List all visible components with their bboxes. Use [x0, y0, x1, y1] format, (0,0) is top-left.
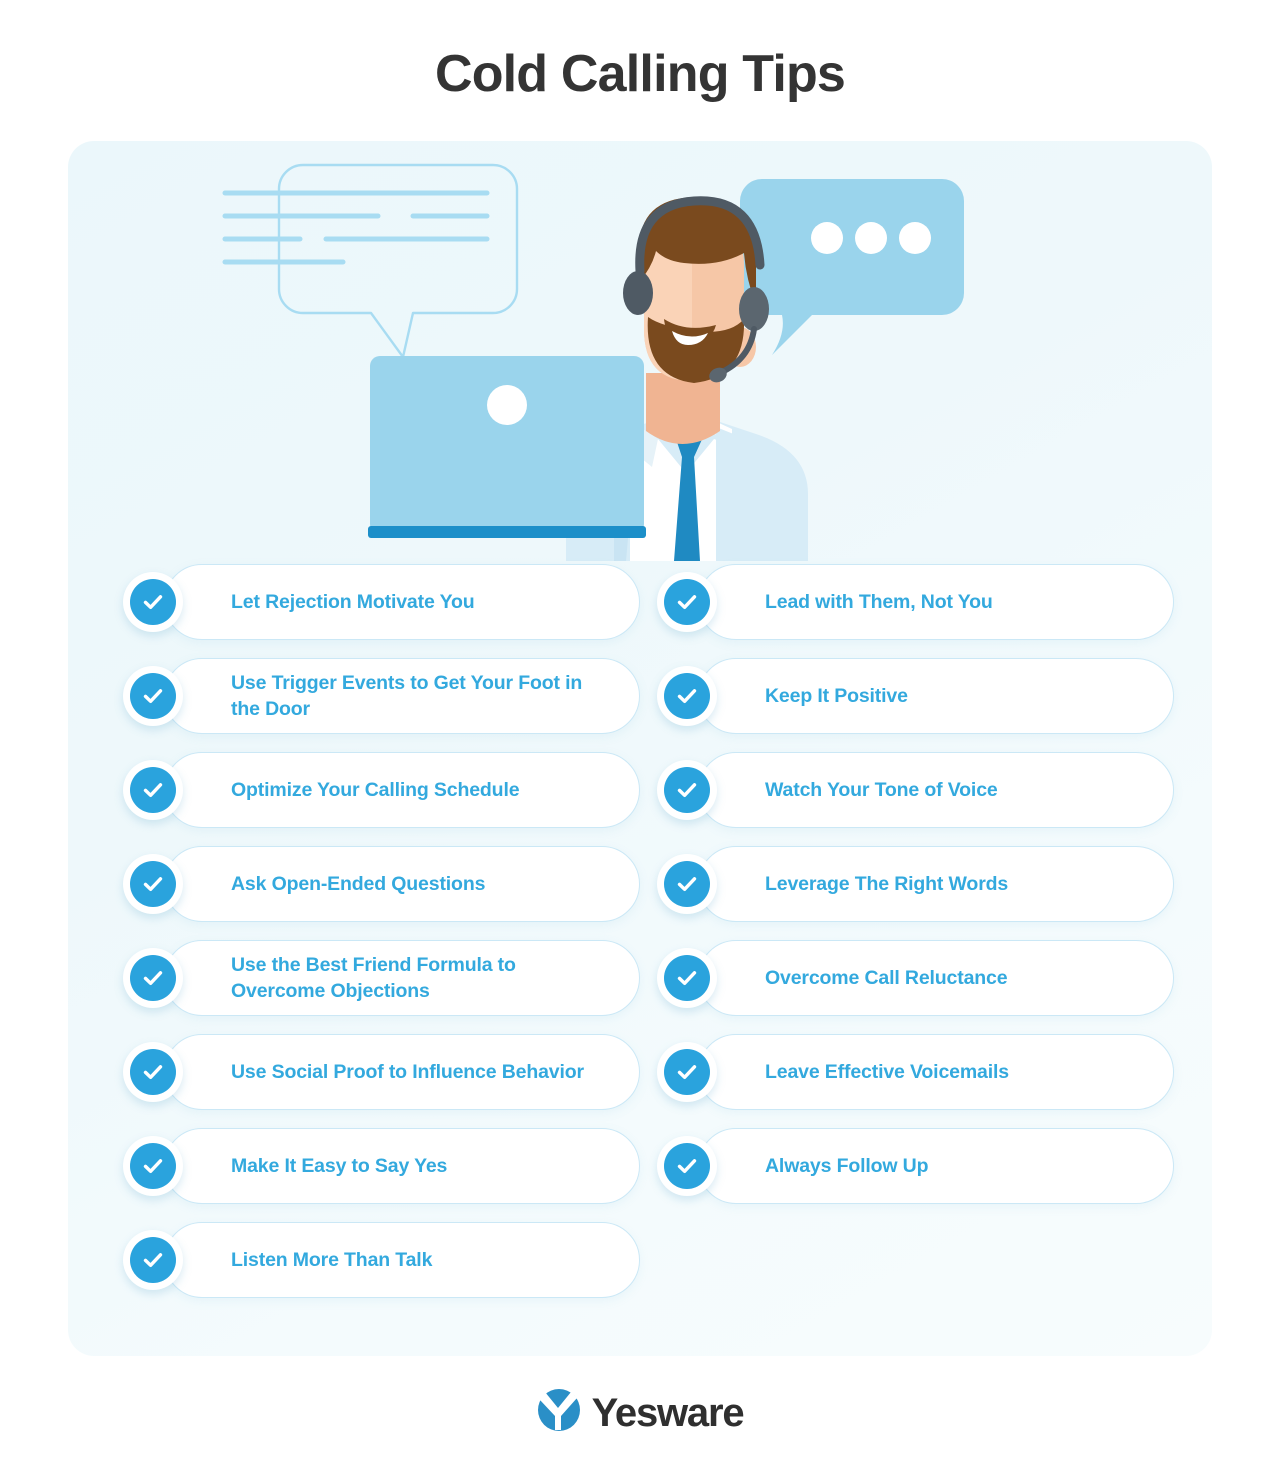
tip-item[interactable]: Let Rejection Motivate You: [123, 564, 640, 640]
tip-item[interactable]: Use Trigger Events to Get Your Foot in t…: [123, 658, 640, 734]
check-circle-icon: [657, 760, 717, 820]
tip-label: Optimize Your Calling Schedule: [231, 778, 520, 801]
tip-label: Ask Open-Ended Questions: [231, 872, 486, 895]
tip-item[interactable]: Keep It Positive: [657, 658, 1174, 734]
tip-pill[interactable]: Lead with Them, Not You: [698, 564, 1174, 640]
check-circle-icon: [123, 666, 183, 726]
check-circle-icon: [657, 572, 717, 632]
tip-label: Overcome Call Reluctance: [765, 966, 1008, 989]
tip-item[interactable]: Make It Easy to Say Yes: [123, 1128, 640, 1204]
tip-item[interactable]: Listen More Than Talk: [123, 1222, 640, 1298]
tip-label: Use Trigger Events to Get Your Foot in t…: [231, 671, 583, 720]
tip-item[interactable]: Use Social Proof to Influence Behavior: [123, 1034, 640, 1110]
tip-pill[interactable]: Keep It Positive: [698, 658, 1174, 734]
tip-label: Watch Your Tone of Voice: [765, 778, 998, 801]
tip-item[interactable]: Ask Open-Ended Questions: [123, 846, 640, 922]
footer-logo[interactable]: Yesware: [0, 1388, 1280, 1437]
tip-label: Use Social Proof to Influence Behavior: [231, 1060, 584, 1083]
tip-label: Keep It Positive: [765, 684, 908, 707]
tip-pill[interactable]: Optimize Your Calling Schedule: [164, 752, 640, 828]
tip-pill[interactable]: Leave Effective Voicemails: [698, 1034, 1174, 1110]
page-title: Cold Calling Tips: [434, 45, 846, 103]
check-circle-icon: [123, 854, 183, 914]
tip-label: Lead with Them, Not You: [765, 590, 993, 613]
tip-item[interactable]: Leave Effective Voicemails: [657, 1034, 1174, 1110]
check-circle-icon: [123, 760, 183, 820]
tip-label: Always Follow Up: [765, 1154, 929, 1177]
tip-item[interactable]: Overcome Call Reluctance: [657, 940, 1174, 1016]
tip-label: Listen More Than Talk: [231, 1248, 433, 1271]
tip-label: Let Rejection Motivate You: [231, 590, 475, 613]
tip-pill[interactable]: Use Trigger Events to Get Your Foot in t…: [164, 658, 640, 734]
check-circle-icon: [657, 948, 717, 1008]
tip-pill[interactable]: Make It Easy to Say Yes: [164, 1128, 640, 1204]
brand-name: Yesware: [591, 1390, 745, 1435]
check-circle-icon: [657, 1136, 717, 1196]
tip-label: Use the Best Friend Formula to Overcome …: [231, 953, 516, 1002]
tip-item[interactable]: Use the Best Friend Formula to Overcome …: [123, 940, 640, 1016]
tip-item[interactable]: Leverage The Right Words: [657, 846, 1174, 922]
tips-column-left: Let Rejection Motivate You Use Trigger E…: [123, 564, 640, 1316]
yesware-y-mark-icon: [537, 1388, 581, 1437]
tip-item[interactable]: Always Follow Up: [657, 1128, 1174, 1204]
check-circle-icon: [123, 948, 183, 1008]
tip-pill[interactable]: Use Social Proof to Influence Behavior: [164, 1034, 640, 1110]
check-circle-icon: [123, 572, 183, 632]
check-circle-icon: [123, 1042, 183, 1102]
tip-item[interactable]: Optimize Your Calling Schedule: [123, 752, 640, 828]
tips-column-right: Lead with Them, Not You Keep It Positive: [657, 564, 1174, 1222]
tips-list: Let Rejection Motivate You Use Trigger E…: [68, 141, 1212, 1356]
tip-item[interactable]: Watch Your Tone of Voice: [657, 752, 1174, 828]
tip-pill[interactable]: Leverage The Right Words: [698, 846, 1174, 922]
tip-label: Make It Easy to Say Yes: [231, 1154, 448, 1177]
check-circle-icon: [123, 1136, 183, 1196]
tip-pill[interactable]: Use the Best Friend Formula to Overcome …: [164, 940, 640, 1016]
check-circle-icon: [657, 666, 717, 726]
check-circle-icon: [657, 1042, 717, 1102]
tip-label: Leverage The Right Words: [765, 872, 1009, 895]
content-panel: Let Rejection Motivate You Use Trigger E…: [68, 141, 1212, 1356]
check-circle-icon: [657, 854, 717, 914]
tip-label: Leave Effective Voicemails: [765, 1060, 1009, 1083]
tip-pill[interactable]: Always Follow Up: [698, 1128, 1174, 1204]
tip-pill[interactable]: Ask Open-Ended Questions: [164, 846, 640, 922]
tip-pill[interactable]: Watch Your Tone of Voice: [698, 752, 1174, 828]
check-circle-icon: [123, 1230, 183, 1290]
tip-pill[interactable]: Let Rejection Motivate You: [164, 564, 640, 640]
tip-item[interactable]: Lead with Them, Not You: [657, 564, 1174, 640]
tip-pill[interactable]: Listen More Than Talk: [164, 1222, 640, 1298]
tip-pill[interactable]: Overcome Call Reluctance: [698, 940, 1174, 1016]
